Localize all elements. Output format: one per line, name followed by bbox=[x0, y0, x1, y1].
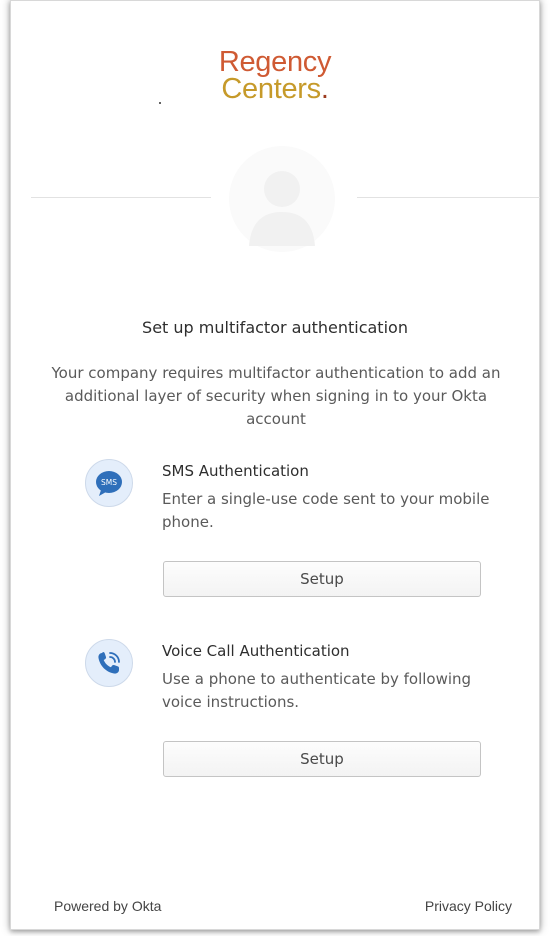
sms-factor-title: SMS Authentication bbox=[162, 462, 309, 480]
user-silhouette-icon bbox=[229, 146, 335, 252]
voice-factor-description: Use a phone to authenticate by following… bbox=[162, 670, 472, 711]
logo-line-1: Regency bbox=[218, 46, 332, 78]
divider-left bbox=[31, 197, 211, 198]
sms-bubble-icon: SMS bbox=[85, 459, 133, 507]
sms-factor-description: Enter a single-use code sent to your mob… bbox=[162, 490, 490, 531]
privacy-policy-link[interactable]: Privacy Policy bbox=[425, 898, 512, 914]
logo-line-2: Centers. bbox=[221, 73, 329, 105]
voice-factor-title: Voice Call Authentication bbox=[162, 642, 350, 660]
phone-call-icon bbox=[85, 639, 133, 687]
page-description: Your company requires multifactor authen… bbox=[51, 364, 501, 428]
page-title: Set up multifactor authentication bbox=[142, 318, 408, 337]
divider-right bbox=[357, 197, 540, 198]
sms-setup-button[interactable]: Setup bbox=[163, 561, 481, 597]
regency-centers-logo: Regency Centers. bbox=[11, 46, 539, 105]
svg-text:SMS: SMS bbox=[101, 478, 117, 487]
sign-in-card: Regency Centers. Set up multifactor auth… bbox=[10, 0, 540, 930]
voice-setup-button[interactable]: Setup bbox=[163, 741, 481, 777]
powered-by-okta: Powered by Okta bbox=[54, 898, 162, 914]
stray-dot bbox=[159, 102, 161, 104]
